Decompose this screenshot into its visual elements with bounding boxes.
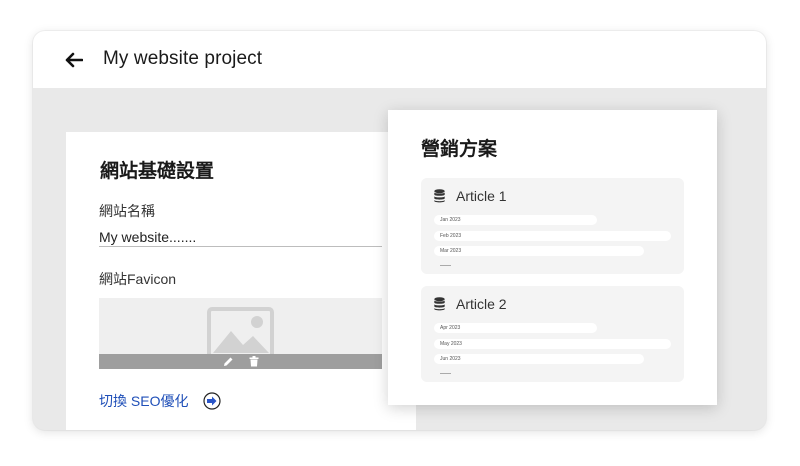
more-indicator: [440, 373, 451, 374]
article-header: Article 1: [434, 188, 507, 204]
database-icon: [434, 189, 445, 203]
month-row: Feb 2023: [434, 231, 671, 241]
month-label: Apr 2023: [440, 325, 461, 331]
month-row: Apr 2023: [434, 323, 597, 333]
month-label: Mar 2023: [440, 248, 462, 254]
month-row: May 2023: [434, 339, 671, 349]
favicon-upload-area[interactable]: [99, 298, 382, 369]
month-label: Feb 2023: [440, 233, 462, 239]
month-row: Jan 2023: [434, 215, 597, 225]
article-card[interactable]: Article 2 Apr 2023 May 2023 Jun 2023: [421, 286, 684, 382]
seo-toggle-link[interactable]: 切換 SEO優化: [99, 391, 222, 411]
month-row: Mar 2023: [434, 246, 644, 256]
edit-favicon-button[interactable]: [221, 354, 235, 369]
article-card[interactable]: Article 1 Jan 2023 Feb 2023 Mar 2023: [421, 178, 684, 274]
month-label: May 2023: [440, 341, 462, 347]
delete-favicon-button[interactable]: [247, 354, 261, 369]
app-window: My website project 網站基礎設置 網站名稱 網站Favicon: [33, 31, 766, 430]
pencil-icon: [223, 357, 232, 366]
page-title: My website project: [103, 48, 263, 69]
article-header: Article 2: [434, 296, 507, 312]
site-settings-card: 網站基礎設置 網站名稱 網站Favicon: [66, 132, 416, 430]
arrow-left-icon: [65, 52, 83, 68]
upload-action-bar: [99, 354, 382, 369]
favicon-label: 網站Favicon: [99, 271, 177, 287]
month-label: Jan 2023: [440, 217, 461, 223]
back-button[interactable]: [63, 49, 85, 71]
database-icon: [434, 297, 445, 311]
more-indicator: [440, 265, 451, 266]
month-row: Jun 2023: [434, 354, 644, 364]
seo-link-label: 切換 SEO優化: [99, 393, 189, 409]
month-label: Jun 2023: [440, 356, 461, 362]
marketing-plan-card: 營銷方案 Article 1 Jan 2023 Feb 2023 Mar 202…: [388, 110, 717, 405]
arrow-right-circle-icon: [203, 392, 222, 410]
article-title: Article 2: [456, 296, 507, 312]
site-name-input[interactable]: [99, 227, 382, 247]
site-name-label: 網站名稱: [99, 203, 155, 219]
settings-title: 網站基礎設置: [100, 161, 215, 182]
top-header: My website project: [33, 31, 766, 88]
image-placeholder-icon: [207, 307, 274, 359]
article-title: Article 1: [456, 188, 507, 204]
marketing-title: 營銷方案: [421, 139, 498, 160]
trash-icon: [249, 356, 259, 367]
